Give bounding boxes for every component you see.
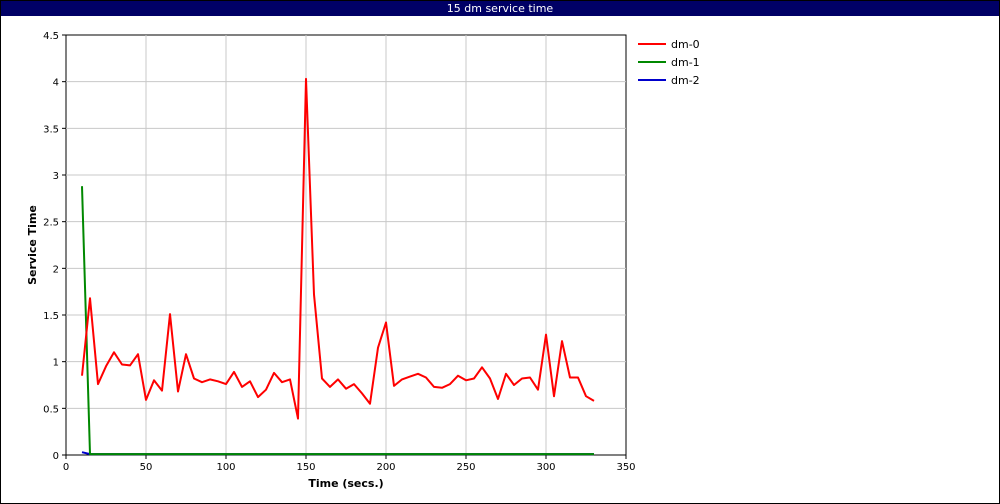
x-axis-title: Time (secs.) <box>308 477 383 490</box>
x-tick-label: 150 <box>296 462 315 473</box>
legend-label-dm-0: dm-0 <box>671 38 700 51</box>
legend-label-dm-2: dm-2 <box>671 74 700 87</box>
x-tick-label: 250 <box>456 462 475 473</box>
legend-label-dm-1: dm-1 <box>671 56 700 69</box>
x-tick-label: 300 <box>536 462 555 473</box>
y-tick-label: 1.5 <box>43 311 59 322</box>
y-tick-label: 1 <box>53 358 59 369</box>
y-tick-label: 3 <box>53 171 59 182</box>
x-tick-label: 200 <box>376 462 395 473</box>
y-axis-title: Service Time <box>26 205 39 285</box>
x-tick-label: 100 <box>216 462 235 473</box>
legend: dm-0 dm-1 dm-2 <box>638 38 700 87</box>
y-tick-label: 2.5 <box>43 218 59 229</box>
y-tick-label: 0 <box>53 451 59 462</box>
y-tick-label: 2 <box>53 264 59 275</box>
x-tick-label: 50 <box>140 462 153 473</box>
y-tick-label: 4.5 <box>43 31 59 42</box>
x-tick-label: 350 <box>616 462 635 473</box>
x-tick-label: 0 <box>63 462 69 473</box>
y-tick-label: 0.5 <box>43 404 59 415</box>
chart-canvas: 0 50 100 150 200 250 300 350 0 0.5 1 1.5 2 2.5 3 3.5 4 4.… <box>26 31 700 490</box>
y-tick-label: 3.5 <box>43 124 59 135</box>
y-tick-label: 4 <box>53 78 59 89</box>
